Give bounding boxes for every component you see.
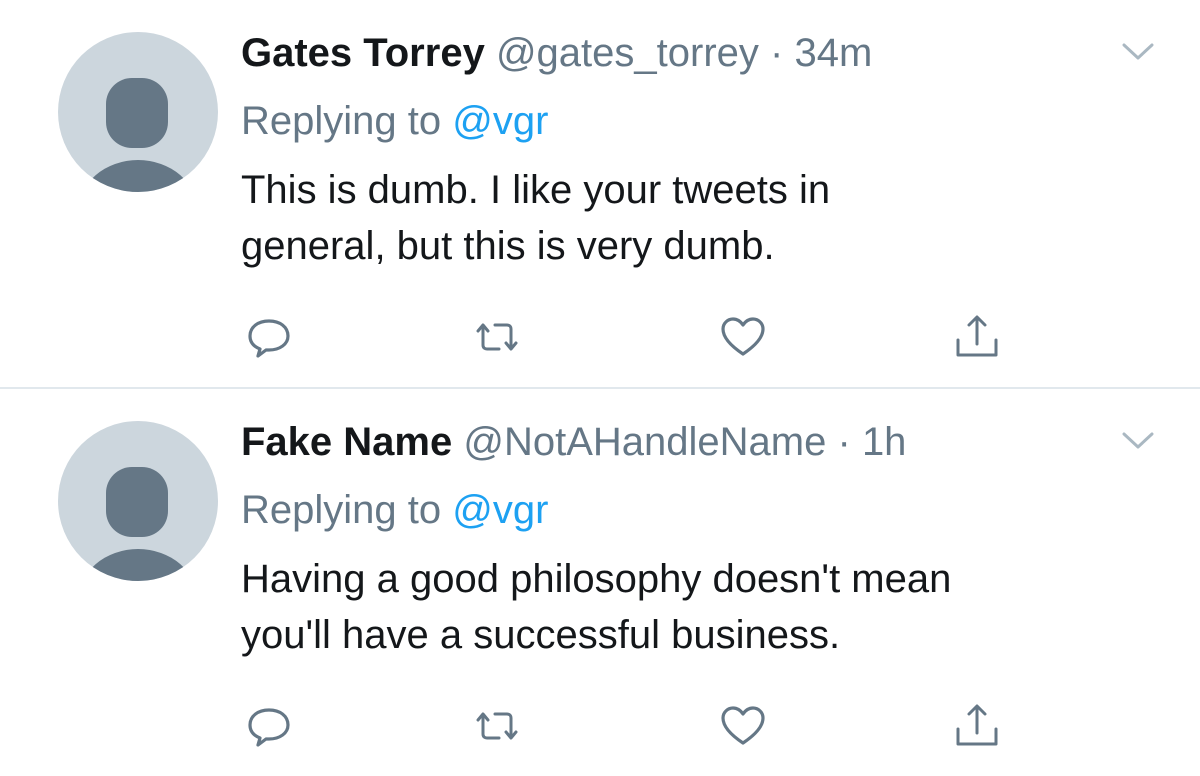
separator-dot: · [837, 420, 851, 464]
tweet[interactable]: Fake Name @NotAHandleName · 1h Replying … [0, 389, 1200, 776]
share-icon [956, 315, 998, 357]
more-options-button[interactable] [1120, 40, 1156, 64]
tweet-actions [0, 312, 1200, 362]
like-button[interactable] [718, 312, 768, 362]
heart-icon [721, 317, 765, 356]
share-button[interactable] [952, 312, 1002, 362]
replying-to-label: Replying to [241, 99, 442, 143]
display-name[interactable]: Fake Name [241, 420, 452, 464]
replying-to: Replying to @vgr [241, 484, 548, 536]
more-options-button[interactable] [1120, 429, 1156, 453]
retweet-button[interactable] [472, 701, 522, 751]
default-profile-icon [82, 467, 194, 581]
default-profile-icon [82, 78, 194, 192]
reply-icon [248, 708, 290, 747]
display-name[interactable]: Gates Torrey [241, 31, 485, 75]
avatar[interactable] [58, 421, 218, 581]
retweet-icon [476, 323, 518, 351]
reply-button[interactable] [244, 701, 294, 751]
tweet-header: Gates Torrey @gates_torrey · 34m [241, 27, 872, 79]
tweet-text-line: general, but this is very dumb. [241, 224, 775, 268]
tweet-text: Having a good philosophy doesn't mean yo… [241, 551, 1141, 663]
reply-icon [248, 319, 290, 358]
share-button[interactable] [952, 701, 1002, 751]
replying-to-label: Replying to [241, 488, 442, 532]
chevron-down-icon [1122, 432, 1154, 449]
timestamp[interactable]: 1h [862, 420, 907, 464]
replying-to-mention[interactable]: @vgr [452, 99, 548, 143]
tweet[interactable]: Gates Torrey @gates_torrey · 34m Replyin… [0, 0, 1200, 388]
share-icon [956, 704, 998, 746]
tweet-header: Fake Name @NotAHandleName · 1h [241, 416, 906, 468]
tweet-actions [0, 701, 1200, 751]
reply-button[interactable] [244, 312, 294, 362]
retweet-icon [476, 712, 518, 740]
user-handle[interactable]: @NotAHandleName [463, 420, 826, 464]
heart-icon [721, 706, 765, 745]
separator-dot: · [770, 31, 784, 75]
user-handle[interactable]: @gates_torrey [496, 31, 759, 75]
tweet-text-line: This is dumb. I like your tweets in [241, 168, 831, 212]
like-button[interactable] [718, 701, 768, 751]
replying-to-mention[interactable]: @vgr [452, 488, 548, 532]
chevron-down-icon [1122, 43, 1154, 60]
tweet-text: This is dumb. I like your tweets in gene… [241, 162, 1141, 274]
tweet-text-line: you'll have a successful business. [241, 613, 841, 657]
retweet-button[interactable] [472, 312, 522, 362]
replying-to: Replying to @vgr [241, 95, 548, 147]
avatar[interactable] [58, 32, 218, 192]
tweet-text-line: Having a good philosophy doesn't mean [241, 557, 952, 601]
timestamp[interactable]: 34m [794, 31, 872, 75]
